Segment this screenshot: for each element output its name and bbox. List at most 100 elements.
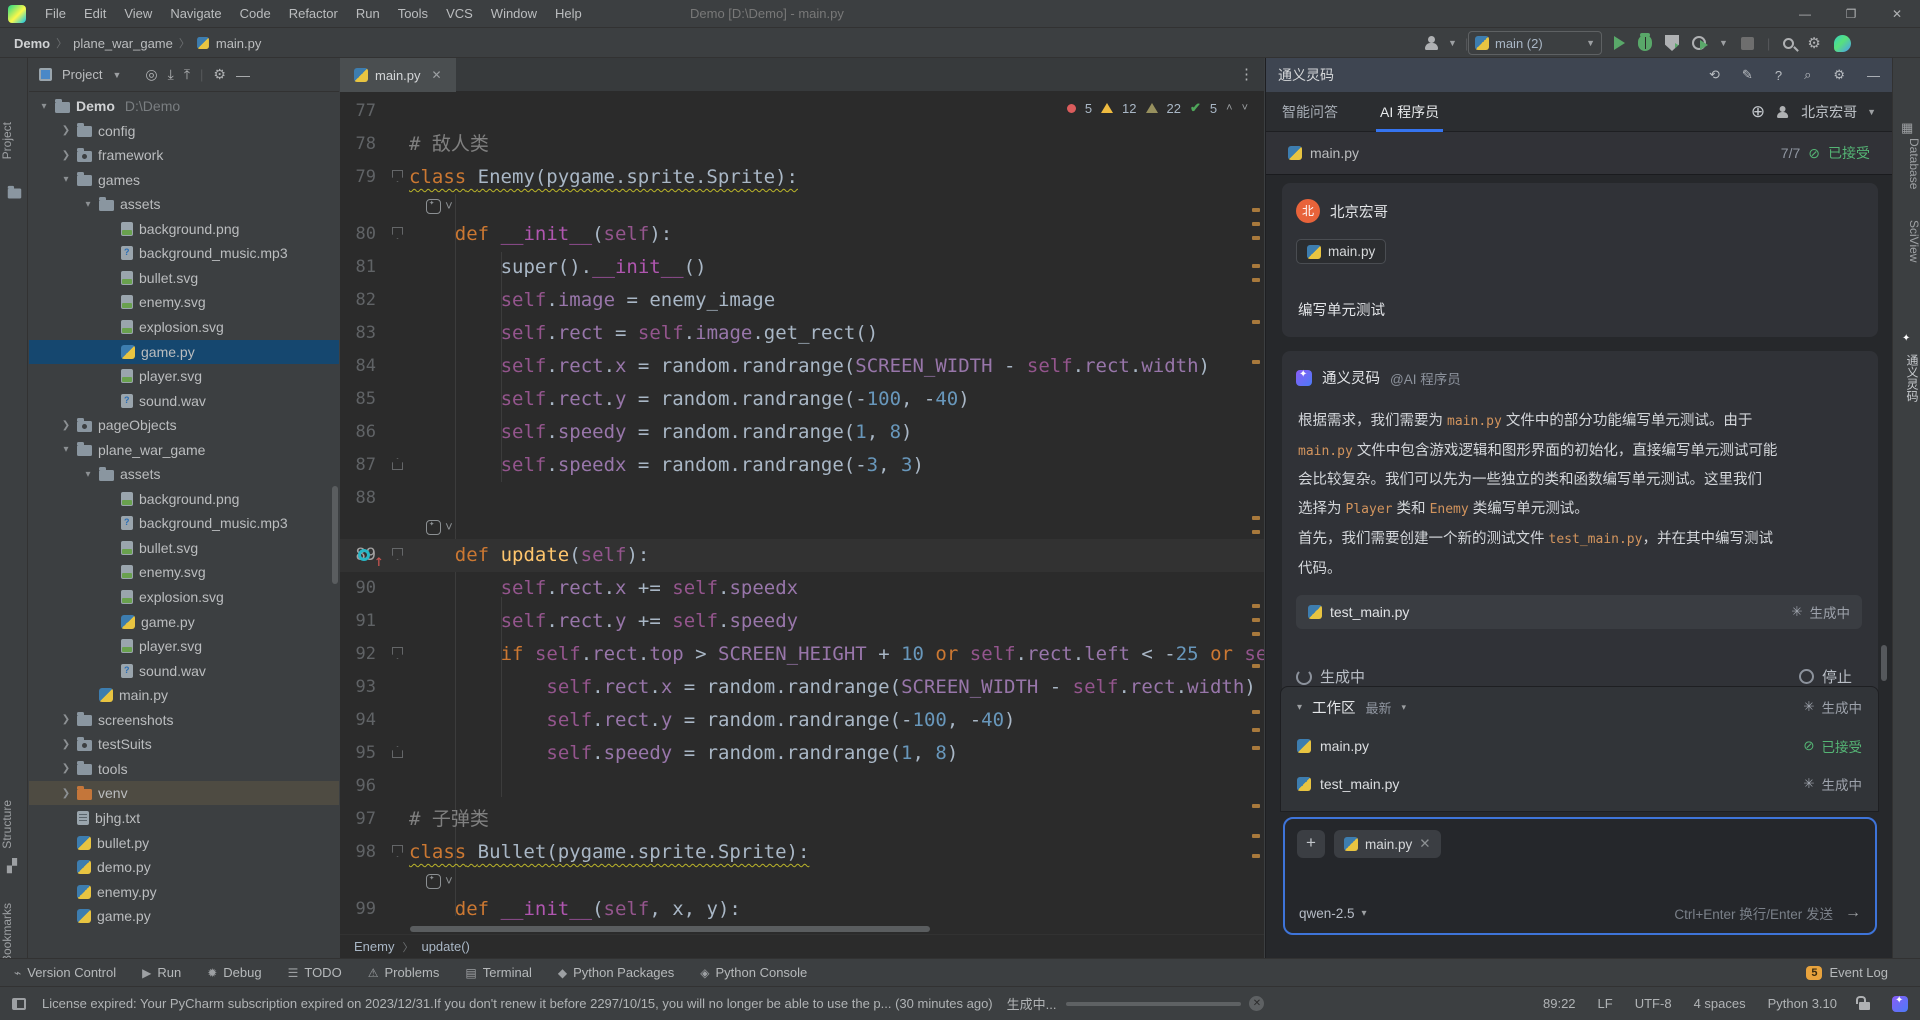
filter-dropdown-icon[interactable]: ▾ [1402,702,1407,713]
user-dropdown-icon[interactable]: ▼ [1448,38,1457,48]
tree-item-bullet-svg[interactable]: bullet.svg [29,266,339,290]
fold-marker-icon[interactable] [392,548,403,560]
model-dropdown-icon[interactable]: ▾ [1362,908,1367,919]
fold-marker-icon[interactable] [392,746,403,758]
tree-item-background-music-mp3[interactable]: background_music.mp3 [29,511,339,535]
workspace-row-test_main-py[interactable]: test_main.py✳生成中 [1281,765,1878,803]
tree-chevron-icon[interactable]: ▾ [83,469,93,480]
codelens-inlay[interactable]: ˅ [426,515,453,539]
lingma-status-icon[interactable] [1892,996,1908,1012]
code-line-83[interactable]: 83self.rect = self.image.get_rect() [340,317,1264,350]
project-stripe-icon[interactable] [7,186,22,202]
hide-panel-icon[interactable]: — [236,67,250,83]
account-name[interactable]: 北京宏哥 [1801,102,1857,122]
input-file-chip[interactable]: main.py ✕ [1334,830,1441,858]
error-stripe-mark[interactable] [1252,278,1260,282]
run-configuration-select[interactable]: main (2) ▼ [1468,31,1602,55]
close-window-button[interactable]: ✕ [1874,0,1920,28]
remove-chip-icon[interactable]: ✕ [1419,836,1430,852]
tree-item-enemy-svg[interactable]: enemy.svg [29,560,339,584]
tool-stripe-structure[interactable]: Structure [0,800,28,849]
stop-button[interactable] [1741,37,1754,50]
menu-navigate[interactable]: Navigate [161,0,230,28]
code-line-95[interactable]: 95self.speedy = random.randrange(1, 8) [340,737,1264,770]
code-line-84[interactable]: 84self.rect.x = random.randrange(SCREEN_… [340,350,1264,383]
caret-position[interactable]: 89:22 [1543,996,1576,1011]
error-stripe-mark[interactable] [1252,222,1260,226]
tool-stripe-lingma[interactable]: 通义灵码 [1893,354,1920,402]
tab-main-py[interactable]: main.py ✕ [340,58,456,92]
menu-vcs[interactable]: VCS [437,0,482,28]
fold-marker-icon[interactable] [392,227,403,239]
code-line-89[interactable]: 89↑def update(self): [340,539,1264,572]
tree-item-enemy-py[interactable]: enemy.py [29,880,339,904]
error-stripe-mark[interactable] [1252,710,1260,714]
editor-breadcrumb-item[interactable]: Enemy [354,939,394,954]
run-button[interactable] [1614,36,1625,50]
tree-item-explosion-svg[interactable]: explosion.svg [29,585,339,609]
line-separator[interactable]: LF [1598,996,1613,1011]
workspace-filter[interactable]: 最新 [1366,698,1392,717]
tool-window-button-run[interactable]: ▶Run [142,965,181,980]
error-stripe-mark[interactable] [1252,746,1260,750]
error-stripe-mark[interactable] [1252,618,1260,622]
code-line-94[interactable]: 94self.rect.y = random.randrange(-100, -… [340,704,1264,737]
panel-scrollbar[interactable] [1881,645,1887,681]
error-stripe-mark[interactable] [1252,728,1260,732]
tree-item-main-py[interactable]: main.py [29,683,339,707]
menu-edit[interactable]: Edit [75,0,115,28]
user-account-icon[interactable] [1424,35,1440,51]
tree-item-plane-war-game[interactable]: ▾plane_war_game [29,438,339,462]
code-viewport[interactable]: 7778# 敌人类79class Enemy(pygame.sprite.Spr… [340,92,1264,934]
editor-breadcrumb-item[interactable]: update() [421,939,469,954]
tree-item-player-svg[interactable]: player.svg [29,364,339,388]
tree-chevron-icon[interactable]: ▾ [83,199,93,210]
menu-run[interactable]: Run [347,0,389,28]
lingma-gutter-icon[interactable] [358,549,370,561]
generated-file-card[interactable]: test_main.py ✳ 生成中 [1296,595,1862,629]
database-stripe-icon[interactable]: ▦ [1901,120,1913,136]
tool-stripe-bookmarks[interactable]: Bookmarks [0,903,28,963]
fold-marker-icon[interactable] [392,845,403,857]
code-line-99[interactable]: 99def __init__(self, x, y): [340,893,1264,926]
code-line-77[interactable]: 77 [340,95,1264,128]
tool-stripe-database[interactable]: Database [1893,138,1920,189]
fold-marker-icon[interactable] [392,647,403,659]
tree-item-sound-wav[interactable]: sound.wav [29,389,339,413]
codelens-inlay[interactable]: ˅ [426,194,453,218]
run-more-dropdown-icon[interactable]: ▼ [1719,38,1728,48]
breadcrumb-item[interactable]: Demo [14,36,50,51]
scan-icon[interactable]: ⌕ [1804,67,1811,83]
run-with-coverage-button[interactable] [1665,35,1679,51]
error-stripe-mark[interactable] [1252,264,1260,268]
tree-item-game-py[interactable]: game.py [29,904,339,928]
menu-tools[interactable]: Tools [389,0,437,28]
code-line-92[interactable]: 92if self.rect.top > SCREEN_HEIGHT + 10 … [340,638,1264,671]
tree-chevron-icon[interactable]: ▾ [39,101,49,112]
fold-marker-icon[interactable] [392,458,403,470]
lingma-codelens-icon[interactable] [426,874,441,889]
tree-chevron-icon[interactable]: ❯ [61,714,71,725]
tree-item-framework[interactable]: ❯framework [29,143,339,167]
workspace-header[interactable]: ▾ 工作区 最新 ▾ ✳ 生成中 [1281,687,1878,727]
tree-item-bullet-py[interactable]: bullet.py [29,831,339,855]
tree-chevron-icon[interactable]: ❯ [61,125,71,136]
code-line-81[interactable]: 81super().__init__() [340,251,1264,284]
tree-item-screenshots[interactable]: ❯screenshots [29,708,339,732]
tree-item-games[interactable]: ▾games [29,168,339,192]
editor-breadcrumbs[interactable]: Enemy〉update() [340,934,1264,958]
read-lock-icon[interactable] [1859,1002,1870,1010]
tree-item-venv[interactable]: ❯venv [29,781,339,805]
code-line-85[interactable]: 85self.rect.y = random.randrange(-100, -… [340,383,1264,416]
profiler-button[interactable] [1692,36,1706,50]
tool-window-button-problems[interactable]: ⚠Problems [368,965,440,980]
codelens-dropdown-icon[interactable]: ˅ [445,199,453,214]
horizontal-scrollbar[interactable] [410,926,930,932]
tool-window-button-version-control[interactable]: ⌁Version Control [14,965,116,980]
tree-item-demo-py[interactable]: demo.py [29,855,339,879]
tool-window-button-python-console[interactable]: ◈Python Console [700,965,807,980]
indent-setting[interactable]: 4 spaces [1694,996,1746,1011]
error-stripe-mark[interactable] [1252,664,1260,668]
tree-chevron-icon[interactable]: ▾ [61,174,71,185]
code-line-88[interactable]: 88 [340,482,1264,515]
